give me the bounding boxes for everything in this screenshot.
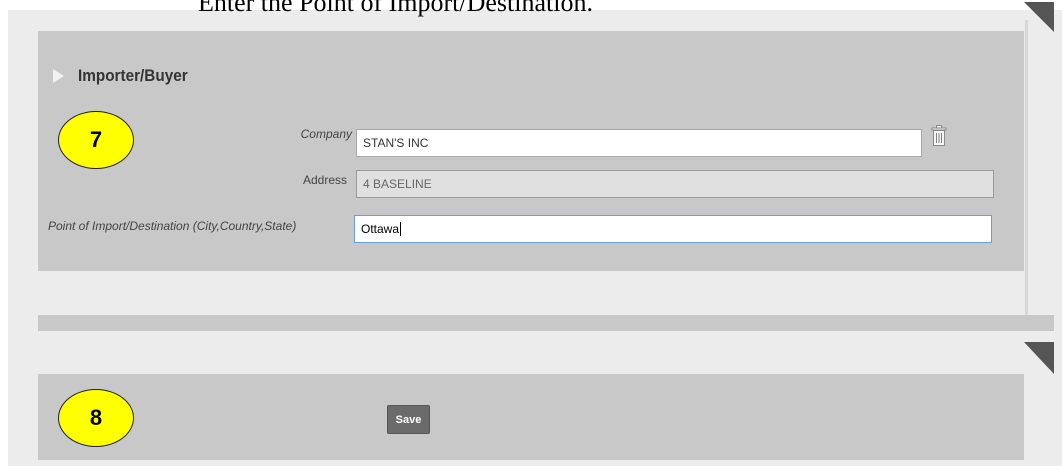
section-title: Importer/Buyer: [78, 66, 188, 85]
address-value: 4 BASELINE: [363, 177, 432, 191]
company-label: Company: [300, 127, 352, 141]
corner-triangle-icon: [1024, 342, 1054, 374]
text-caret: [400, 222, 402, 236]
rail-divider: [1025, 20, 1028, 315]
point-of-import-value: Ottawa: [361, 222, 400, 236]
corner-triangle-icon: [1024, 2, 1054, 32]
trash-icon[interactable]: [931, 125, 947, 147]
step-badge-8: 8: [58, 389, 134, 447]
company-input[interactable]: STAN'S INC: [356, 129, 922, 157]
address-input: 4 BASELINE: [356, 170, 994, 198]
document-caption: Enter the Point of Import/Destination.: [198, 0, 593, 17]
save-button[interactable]: Save: [387, 405, 430, 434]
triangle-right-icon[interactable]: [53, 69, 64, 83]
save-panel: [38, 374, 1024, 460]
point-of-import-input[interactable]: Ottawa: [354, 215, 992, 243]
address-label: Address: [302, 173, 347, 187]
point-of-import-label: Point of Import/Destination (City,Countr…: [48, 219, 297, 233]
company-value: STAN'S INC: [363, 136, 429, 150]
step-badge-7: 7: [58, 111, 134, 169]
section-separator: [38, 315, 1054, 331]
right-rail: [1022, 10, 1062, 466]
